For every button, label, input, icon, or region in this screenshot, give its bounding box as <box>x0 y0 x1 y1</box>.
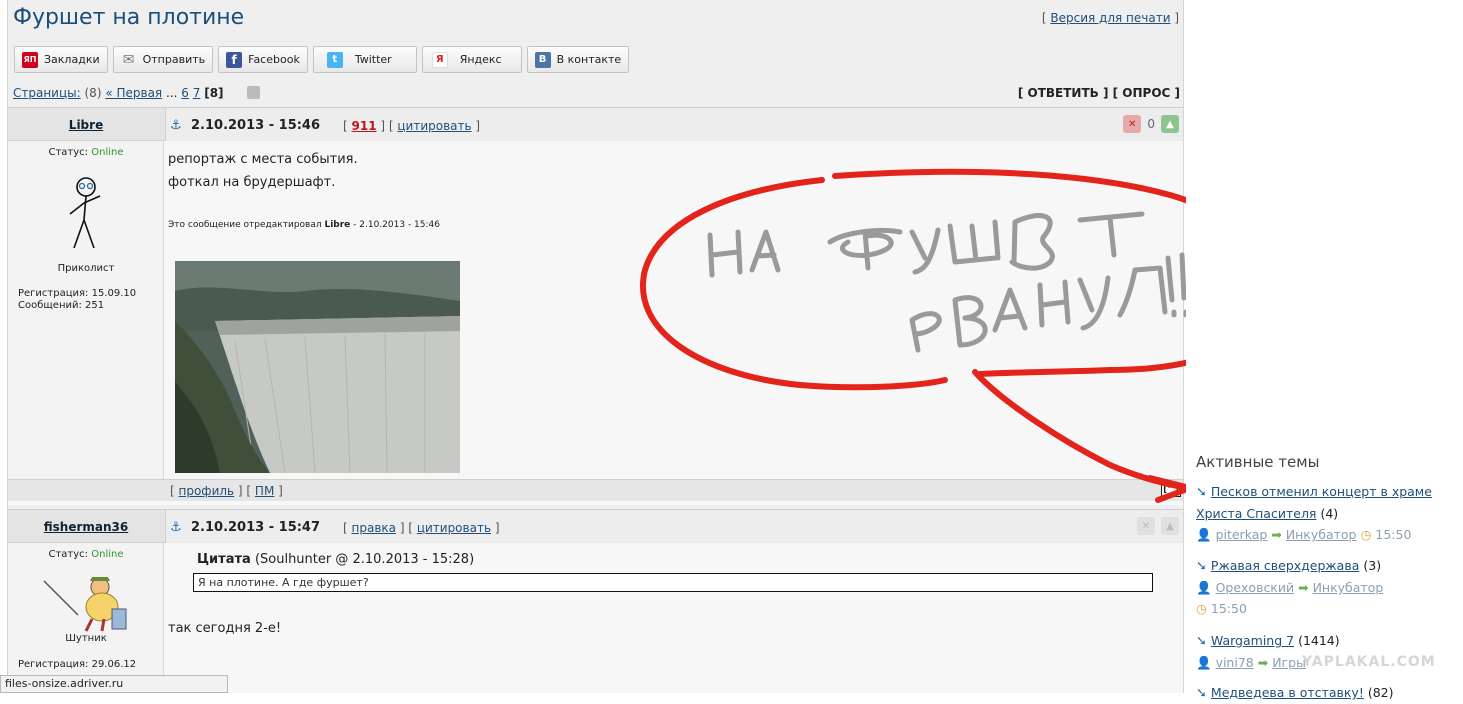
browser-status-bar: files-onsize.adriver.ru <box>0 675 228 693</box>
topic-arrow-icon: ➘ <box>1196 634 1207 649</box>
topic-user[interactable]: vini78 <box>1216 655 1254 670</box>
topic-link[interactable]: Wargaming 7 <box>1211 633 1294 648</box>
topic-arrow-icon: ➘ <box>1196 559 1207 574</box>
topic-arrow-icon: ➘ <box>1196 485 1207 500</box>
arrow-right-icon: ➡ <box>1271 527 1282 542</box>
site-watermark: YAPLAKAL.COM <box>1302 654 1436 670</box>
topic-time: 15:50 <box>1375 527 1412 542</box>
topic-count: (4) <box>1320 506 1339 521</box>
active-topic: ➘ Песков отменил концерт в храме Христа С… <box>1196 481 1458 545</box>
user-icon: 👤 <box>1196 527 1212 542</box>
topic-time: 15:50 <box>1210 601 1247 616</box>
clock-icon: ◷ <box>1196 601 1207 616</box>
active-topic: ➘ Медведева в отставку! (82) <box>1196 682 1458 704</box>
sidebar: Активные темы ➘ Песков отменил концерт в … <box>1186 0 1463 701</box>
active-topic: ➘ Ржавая сверхдержава (3) 👤 Ореховский ➡ … <box>1196 555 1458 619</box>
arrow-right-icon: ➡ <box>1298 580 1309 595</box>
topic-section[interactable]: Инкубатор <box>1313 580 1384 595</box>
user-icon: 👤 <box>1196 580 1212 595</box>
topic-link-cont[interactable]: Христа Спасителя <box>1196 506 1316 521</box>
topic-section[interactable]: Инкубатор <box>1286 527 1357 542</box>
topic-count: (1414) <box>1298 633 1340 648</box>
topic-user[interactable]: piterkap <box>1216 527 1268 542</box>
topic-count: (3) <box>1363 558 1382 573</box>
topic-link[interactable]: Песков отменил концерт в храме <box>1211 484 1432 499</box>
topic-arrow-icon: ➘ <box>1196 686 1207 701</box>
user-icon: 👤 <box>1196 655 1212 670</box>
clock-icon: ◷ <box>1360 527 1372 542</box>
active-topics-title: Активные темы <box>1196 453 1320 471</box>
topic-user[interactable]: Ореховский <box>1216 580 1295 595</box>
topic-link[interactable]: Ржавая сверхдержава <box>1211 558 1359 573</box>
arrow-right-icon: ➡ <box>1257 655 1269 670</box>
topic-section[interactable]: Игры <box>1272 655 1306 670</box>
